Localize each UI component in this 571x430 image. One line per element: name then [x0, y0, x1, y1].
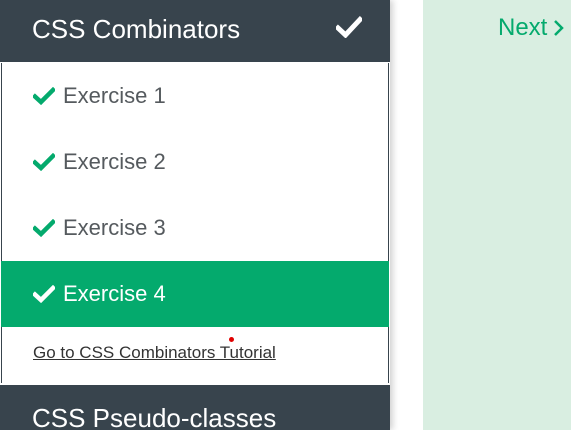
section-title: CSS Combinators — [32, 14, 241, 44]
exercise-item-2[interactable]: Exercise 2 — [2, 129, 388, 195]
chevron-right-icon — [554, 20, 565, 36]
content-panel: Next — [423, 0, 571, 430]
exercise-label: Exercise 4 — [63, 281, 166, 306]
exercise-label: Exercise 1 — [63, 83, 166, 108]
check-icon — [336, 16, 362, 38]
exercise-item-1[interactable]: Exercise 1 — [2, 63, 388, 129]
mouse-pointer-indicator — [229, 337, 234, 342]
section-title: CSS Pseudo-classes — [32, 403, 277, 430]
section-header-css-combinators[interactable]: CSS Combinators — [0, 0, 390, 62]
next-button[interactable]: Next — [498, 14, 565, 42]
exercise-item-3[interactable]: Exercise 3 — [2, 195, 388, 261]
check-icon — [33, 219, 55, 237]
exercise-label: Exercise 3 — [63, 215, 166, 240]
tutorial-link[interactable]: Go to CSS Combinators Tutorial — [2, 327, 388, 383]
exercise-list: Exercise 1 Exercise 2 Exercise 3 Exercis… — [1, 63, 389, 383]
exercise-sidebar: CSS Combinators Exercise 1 Exercise 2 Ex… — [0, 0, 390, 430]
exercise-label: Exercise 2 — [63, 149, 166, 174]
page: CSS Combinators Exercise 1 Exercise 2 Ex… — [0, 0, 571, 430]
next-label: Next — [498, 14, 548, 41]
check-icon — [33, 153, 55, 171]
exercise-item-4-active[interactable]: Exercise 4 — [1, 261, 389, 327]
section-header-css-pseudo-classes[interactable]: CSS Pseudo-classes — [0, 385, 390, 430]
check-icon — [33, 87, 55, 105]
check-icon — [33, 285, 55, 303]
